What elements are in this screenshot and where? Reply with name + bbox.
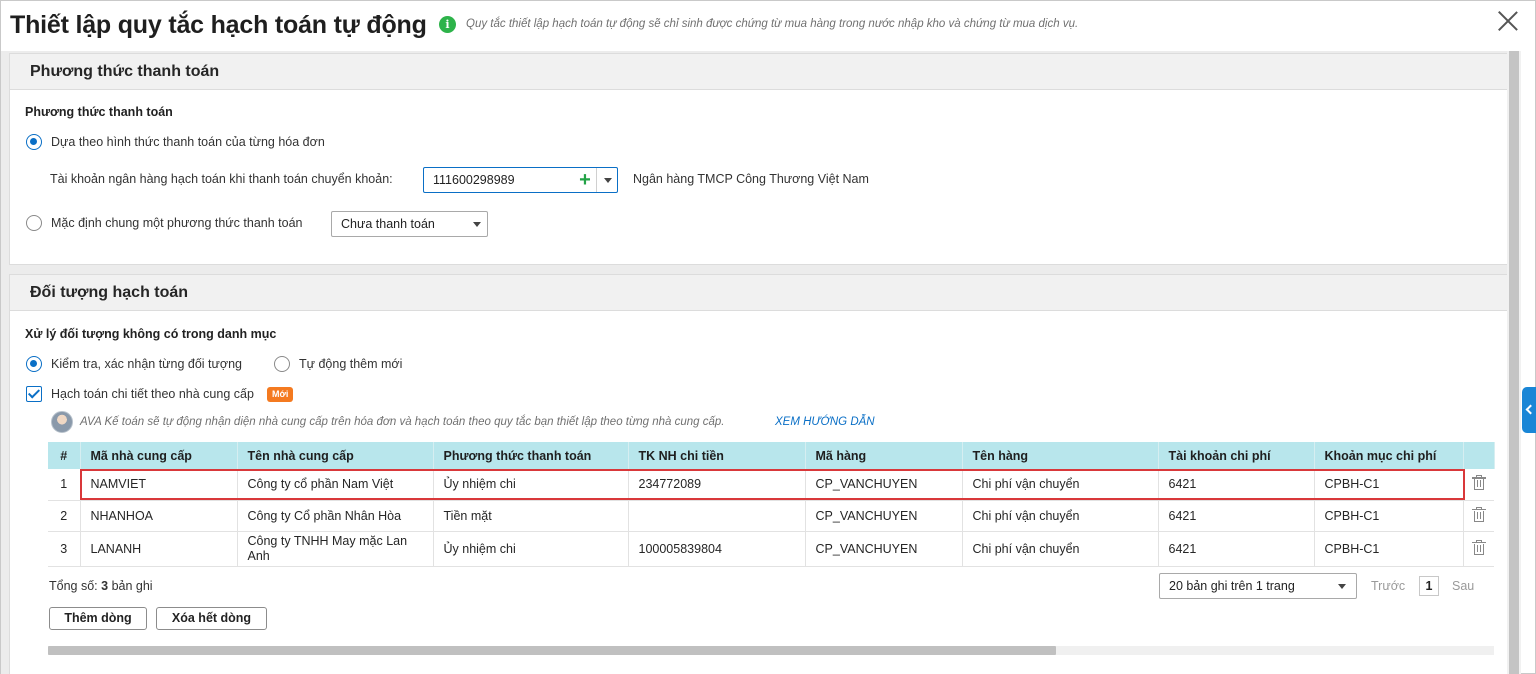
column-header[interactable]: TK NH chi tiền bbox=[628, 442, 806, 469]
payment-section: Phương thức thanh toán bbox=[9, 53, 1509, 265]
column-header[interactable]: Mã nhà cung cấp bbox=[80, 442, 238, 469]
chevron-down-icon[interactable] bbox=[596, 168, 618, 192]
cell-expense-account[interactable]: 6421 bbox=[1158, 500, 1315, 532]
cell-bank-account[interactable]: 234772089 bbox=[628, 469, 806, 501]
ava-guide-link[interactable]: XEM HƯỚNG DẪN bbox=[775, 416, 875, 428]
column-header-actions bbox=[1463, 442, 1495, 469]
close-icon[interactable] bbox=[1495, 8, 1521, 34]
table-row[interactable]: 3 LANANH Công ty TNHH May mặc Lan Anh Ủy… bbox=[48, 531, 1494, 567]
cell-supplier-code[interactable]: NAMVIET bbox=[80, 469, 238, 501]
ava-hint: AVA Kế toán sẽ tự động nhận diện nhà cun… bbox=[80, 416, 725, 428]
cell-item-code[interactable]: CP_VANCHUYEN bbox=[805, 469, 963, 501]
delete-row-cell[interactable] bbox=[1463, 531, 1494, 567]
radio-auto-add-label[interactable]: Tự động thêm mới bbox=[299, 357, 402, 371]
cell-index: 2 bbox=[48, 500, 81, 532]
bank-name: Ngân hàng TMCP Công Thương Việt Nam bbox=[633, 172, 869, 186]
payment-section-title: Phương thức thanh toán bbox=[10, 54, 1508, 90]
radio-by-invoice-label[interactable]: Dựa theo hình thức thanh toán của từng h… bbox=[51, 135, 325, 149]
cell-supplier-name[interactable]: Công ty Cổ phần Nhân Hòa bbox=[237, 500, 434, 532]
ava-avatar bbox=[51, 411, 73, 433]
default-method-value[interactable]: Chưa thanh toán bbox=[341, 217, 435, 231]
radio-check-each[interactable] bbox=[26, 356, 42, 372]
cell-index: 1 bbox=[48, 469, 81, 501]
total-count: 3 bbox=[101, 579, 109, 593]
next-page-button[interactable]: Sau bbox=[1452, 579, 1474, 593]
clear-rows-button[interactable]: Xóa hết dòng bbox=[156, 607, 267, 630]
page-size-value[interactable]: 20 bản ghi trên 1 trang bbox=[1169, 579, 1295, 593]
bank-account-value[interactable]: 111600298989 bbox=[433, 173, 515, 187]
dialog-header: Thiết lập quy tắc hạch toán tự động i Qu… bbox=[1, 1, 1536, 51]
total-prefix: Tổng số: bbox=[49, 579, 98, 593]
cell-payment-method[interactable]: Ủy nhiệm chi bbox=[433, 469, 629, 501]
add-bank-account-icon[interactable]: + bbox=[574, 169, 596, 191]
dialog: Thiết lập quy tắc hạch toán tự động i Qu… bbox=[0, 0, 1536, 674]
bank-account-label: Tài khoản ngân hàng hạch toán khi thanh … bbox=[50, 172, 393, 186]
horizontal-scrollbar[interactable] bbox=[48, 646, 1494, 655]
cell-expense-item[interactable]: CPBH-C1 bbox=[1314, 531, 1464, 567]
cell-item-name[interactable]: Chi phí vận chuyển bbox=[962, 500, 1159, 532]
column-header[interactable]: Mã hàng bbox=[805, 442, 963, 469]
cell-expense-account[interactable]: 6421 bbox=[1158, 469, 1315, 501]
cell-item-name[interactable]: Chi phí vận chuyển bbox=[962, 469, 1159, 501]
column-header[interactable]: Tên nhà cung cấp bbox=[237, 442, 434, 469]
radio-auto-add[interactable] bbox=[274, 356, 290, 372]
current-page[interactable]: 1 bbox=[1419, 576, 1439, 596]
info-icon: i bbox=[439, 16, 456, 33]
cell-item-code[interactable]: CP_VANCHUYEN bbox=[805, 531, 963, 567]
chevron-down-icon[interactable] bbox=[1330, 574, 1352, 598]
cell-expense-item[interactable]: CPBH-C1 bbox=[1314, 469, 1464, 501]
default-method-select[interactable]: Chưa thanh toán bbox=[331, 211, 488, 237]
cell-item-name[interactable]: Chi phí vận chuyển bbox=[962, 531, 1159, 567]
new-badge: Mới bbox=[267, 387, 294, 402]
vertical-scrollbar-thumb[interactable] bbox=[1509, 51, 1519, 674]
cell-supplier-name[interactable]: Công ty cổ phần Nam Việt bbox=[237, 469, 434, 501]
delete-row-cell[interactable] bbox=[1463, 500, 1494, 532]
cell-bank-account[interactable]: 100005839804 bbox=[628, 531, 806, 567]
prev-page-button[interactable]: Trước bbox=[1371, 579, 1405, 593]
missing-object-group-label: Xử lý đối tượng không có trong danh mục bbox=[25, 327, 277, 341]
total-records: Tổng số: 3 bản ghi bbox=[49, 579, 153, 593]
supplier-rules-table: # Mã nhà cung cấp Tên nhà cung cấp Phươn… bbox=[48, 442, 1495, 567]
cell-expense-item[interactable]: CPBH-C1 bbox=[1314, 500, 1464, 532]
info-text: Quy tắc thiết lập hạch toán tự động sẽ c… bbox=[466, 18, 1079, 30]
column-header[interactable]: Khoản mục chi phí bbox=[1314, 442, 1464, 469]
page-title: Thiết lập quy tắc hạch toán tự động bbox=[10, 11, 427, 39]
add-row-button[interactable]: Thêm dòng bbox=[49, 607, 147, 630]
vertical-scrollbar[interactable] bbox=[1507, 51, 1521, 674]
page-size-select[interactable]: 20 bản ghi trên 1 trang bbox=[1159, 573, 1357, 599]
cell-expense-account[interactable]: 6421 bbox=[1158, 531, 1315, 567]
trash-icon[interactable] bbox=[1471, 475, 1486, 491]
radio-by-invoice[interactable] bbox=[26, 134, 42, 150]
radio-default-method-label[interactable]: Mặc định chung một phương thức thanh toá… bbox=[51, 216, 302, 230]
column-header[interactable]: Tên hàng bbox=[962, 442, 1159, 469]
side-panel-toggle-icon[interactable] bbox=[1522, 387, 1536, 433]
table-row[interactable]: 2 NHANHOA Công ty Cổ phần Nhân Hòa Tiền … bbox=[48, 500, 1494, 532]
payment-group-label: Phương thức thanh toán bbox=[25, 105, 173, 119]
cell-index: 3 bbox=[48, 531, 81, 567]
column-header: # bbox=[48, 442, 81, 469]
cell-supplier-code[interactable]: LANANH bbox=[80, 531, 238, 567]
accounting-object-section-title: Đối tượng hạch toán bbox=[10, 275, 1508, 311]
cell-item-code[interactable]: CP_VANCHUYEN bbox=[805, 500, 963, 532]
radio-check-each-label[interactable]: Kiểm tra, xác nhận từng đối tượng bbox=[51, 357, 242, 371]
radio-default-method[interactable] bbox=[26, 215, 42, 231]
column-header[interactable]: Phương thức thanh toán bbox=[433, 442, 629, 469]
cell-supplier-name[interactable]: Công ty TNHH May mặc Lan Anh bbox=[237, 531, 434, 567]
total-suffix: bản ghi bbox=[111, 579, 153, 593]
bank-account-combo[interactable]: 111600298989 + bbox=[423, 167, 618, 193]
cell-payment-method[interactable]: Tiền mặt bbox=[433, 500, 629, 532]
trash-icon[interactable] bbox=[1471, 506, 1486, 522]
trash-icon[interactable] bbox=[1471, 539, 1486, 555]
horizontal-scrollbar-thumb[interactable] bbox=[48, 646, 1056, 655]
table-header-row: # Mã nhà cung cấp Tên nhà cung cấp Phươn… bbox=[48, 442, 1495, 469]
table-row[interactable]: 1 NAMVIET Công ty cổ phần Nam Việt Ủy nh… bbox=[48, 469, 1494, 501]
delete-row-cell[interactable] bbox=[1463, 469, 1494, 501]
chevron-down-icon[interactable] bbox=[465, 212, 487, 236]
detail-by-supplier-label[interactable]: Hạch toán chi tiết theo nhà cung cấp bbox=[51, 387, 254, 401]
cell-payment-method[interactable]: Ủy nhiệm chi bbox=[433, 531, 629, 567]
cell-bank-account[interactable] bbox=[628, 500, 806, 532]
column-header[interactable]: Tài khoản chi phí bbox=[1158, 442, 1315, 469]
cell-supplier-code[interactable]: NHANHOA bbox=[80, 500, 238, 532]
detail-by-supplier-checkbox[interactable] bbox=[26, 386, 42, 402]
